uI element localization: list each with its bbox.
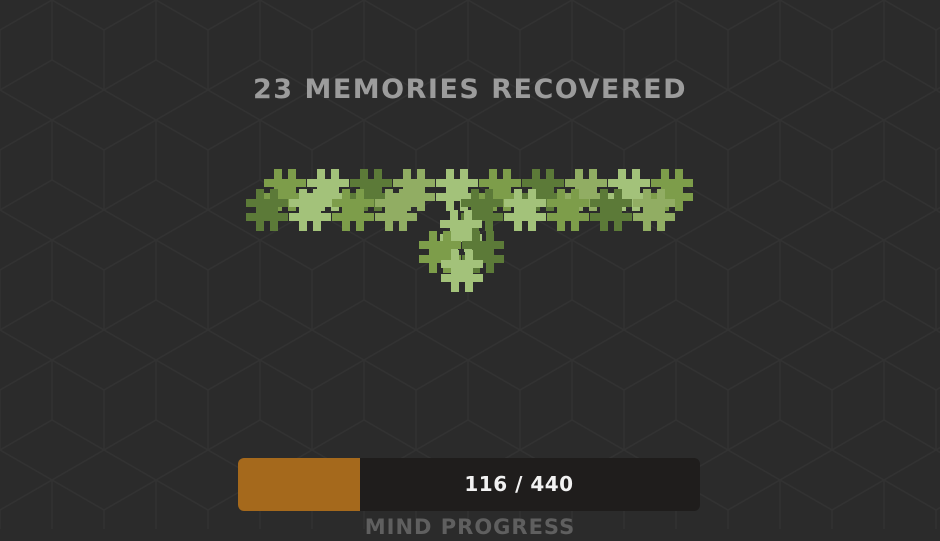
progress-label: MIND PROGRESS	[364, 515, 576, 539]
mind-progress-bar: 116 / 440	[238, 458, 700, 511]
memory-cluster	[246, 169, 693, 292]
progress-count: 116 / 440	[464, 472, 574, 496]
